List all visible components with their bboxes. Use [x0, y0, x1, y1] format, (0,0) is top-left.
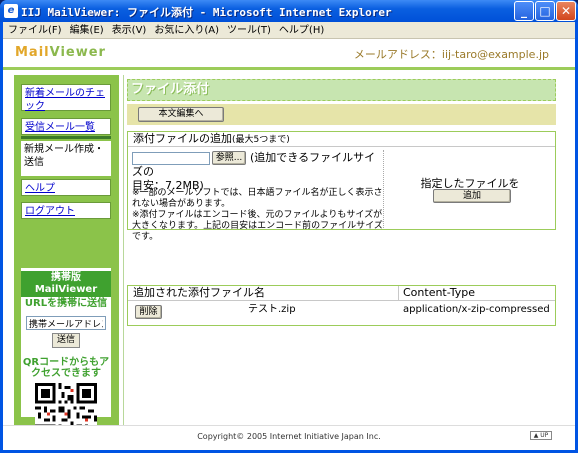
col-content-type: Content-Type	[403, 286, 475, 299]
menu-file[interactable]: ファイル(F)	[3, 22, 65, 38]
nav-separator	[21, 136, 111, 139]
sidebar-item-logout[interactable]: ログアウト	[21, 202, 111, 219]
delete-button[interactable]: 削除	[135, 305, 162, 319]
add-button[interactable]: 追加	[433, 189, 511, 203]
menu-favorites[interactable]: お気に入り(A)	[149, 22, 222, 38]
mobile-email-input[interactable]	[26, 316, 106, 330]
qr-caption: QRコードからもアクセスできます	[22, 357, 110, 379]
sidebar-item-inbox[interactable]: 受信メール一覧	[21, 118, 111, 135]
sidebar-link-logout[interactable]: ログアウト	[25, 206, 75, 217]
page-header: MailViewer メールアドレス：iij-taro@example.jp	[3, 39, 575, 70]
attached-file-name: テスト.zip	[248, 304, 296, 315]
attached-file-type: application/x-zip-compressed	[403, 304, 550, 315]
add-attachment-panel: 添付ファイルの追加(最大5つまで) (追加できるファイルサイズの 目安：7.2MB…	[127, 131, 556, 242]
page-title: ファイル添付	[127, 79, 556, 101]
col-filename: 追加された添付ファイル名	[133, 286, 265, 299]
copyright: Copyright© 2005 Internet Initiative Japa…	[197, 432, 381, 441]
attachment-warning: ※一部のメールソフトでは、日本語ファイル名が正しく表示されない場合があります。 …	[132, 188, 383, 242]
sidebar-item-compose: 新規メール作成・送信	[21, 141, 111, 176]
sidebar: 新着メールのチェック 受信メール一覧 新規メール作成・送信 ヘルプ ログアウト …	[14, 75, 119, 445]
close-button[interactable]: ✕	[556, 1, 576, 21]
mobile-send-button[interactable]: 送信	[52, 333, 80, 348]
add-left-area: (追加できるファイルサイズの 目安：7.2MB) 参照... ※一部のメールソフト…	[132, 150, 384, 242]
action-bar: 本文編集へ	[127, 104, 556, 125]
mobile-url-box: 携帯版MailViewer URLを携帯に送信 送信 QRコードからもアクセスで…	[21, 268, 111, 445]
col-divider	[398, 286, 399, 301]
title-bar: e IIJ MailViewer: ファイル添付 - Microsoft Int…	[0, 0, 578, 22]
page-viewport: MailViewer メールアドレス：iij-taro@example.jp 新…	[3, 39, 575, 450]
browse-button[interactable]: 参照...	[212, 151, 246, 165]
sidebar-item-help[interactable]: ヘルプ	[21, 179, 111, 196]
main-content: ファイル添付 本文編集へ 添付ファイルの追加(最大5つまで) (追加できるファイ…	[123, 75, 559, 425]
menu-bar: ファイル(F) 編集(E) 表示(V) お気に入り(A) ツール(T) ヘルプ(H)	[3, 22, 575, 39]
mobile-subtitle: URLを携帯に送信	[24, 298, 108, 309]
window-title: IIJ MailViewer: ファイル添付 - Microsoft Inter…	[21, 6, 392, 19]
mailviewer-logo: MailViewer	[15, 45, 106, 60]
menu-view[interactable]: 表示(V)	[107, 22, 150, 38]
attached-files-panel: 追加された添付ファイル名 Content-Type 削除 テスト.zip app…	[127, 285, 556, 326]
menu-help[interactable]: ヘルプ(H)	[274, 22, 327, 38]
sidebar-link-help[interactable]: ヘルプ	[25, 183, 55, 194]
add-section-title: 添付ファイルの追加(最大5つまで)	[128, 132, 555, 147]
menu-tools[interactable]: ツール(T)	[222, 22, 274, 38]
ie-icon: e	[4, 4, 18, 18]
page-top-button[interactable]: ▲ UP	[530, 431, 552, 440]
add-right-area: 指定したファイルを 追加	[385, 150, 555, 228]
sidebar-link-check-new[interactable]: 新着メールのチェック	[25, 88, 105, 112]
browser-window: e IIJ MailViewer: ファイル添付 - Microsoft Int…	[0, 0, 578, 453]
menu-edit[interactable]: 編集(E)	[65, 22, 107, 38]
mail-address: メールアドレス：iij-taro@example.jp	[353, 48, 549, 61]
maximize-button[interactable]: □	[535, 1, 555, 21]
sidebar-label-compose: 新規メール作成・送信	[24, 144, 104, 168]
body-edit-button[interactable]: 本文編集へ	[138, 107, 224, 122]
table-row: 削除 テスト.zip application/x-zip-compressed	[128, 301, 555, 321]
mobile-title: 携帯版MailViewer	[21, 271, 111, 297]
sidebar-link-inbox[interactable]: 受信メール一覧	[25, 122, 95, 133]
file-path-input[interactable]	[132, 152, 210, 165]
attached-files-header: 追加された添付ファイル名 Content-Type	[128, 286, 555, 301]
sidebar-item-check-new[interactable]: 新着メールのチェック	[21, 84, 111, 112]
minimize-button[interactable]: _	[514, 1, 534, 21]
page-footer: Copyright© 2005 Internet Initiative Japa…	[3, 425, 575, 450]
